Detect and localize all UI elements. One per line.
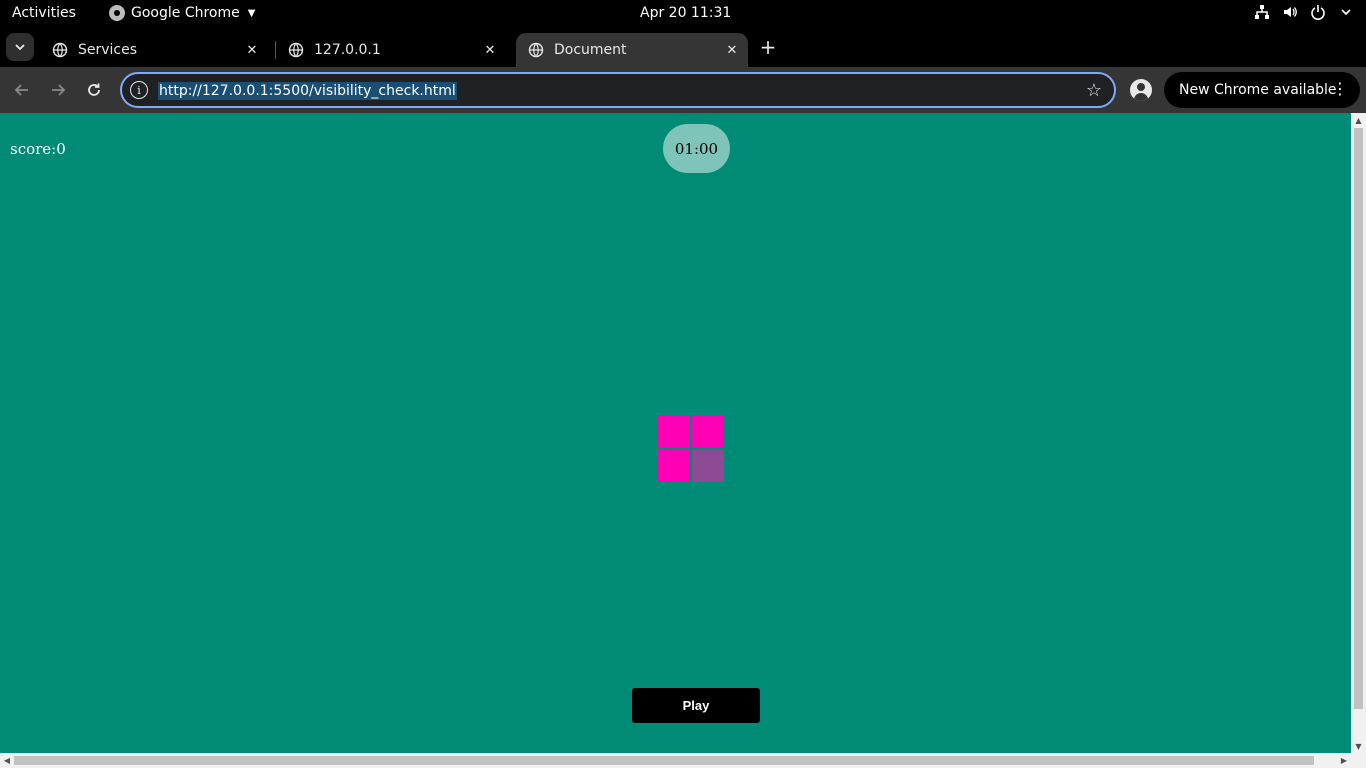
system-tray[interactable] [1254,4,1354,20]
globe-icon [528,42,544,58]
score-display: score:0 [10,140,66,158]
scroll-right-icon[interactable]: ▶ [1337,753,1351,768]
clock[interactable]: Apr 20 11:31 [640,5,731,21]
page-viewport: score:0 01:00 Play [0,113,1351,753]
tab-title: 127.0.0.1 [314,42,381,58]
reload-button[interactable] [82,78,106,102]
volume-icon [1282,4,1298,20]
scroll-down-icon[interactable]: ▼ [1351,739,1366,753]
close-tab-icon[interactable]: ✕ [480,40,500,60]
chrome-icon [109,5,125,21]
address-bar[interactable]: i http://127.0.0.1:5500/visibility_check… [120,72,1116,108]
close-tab-icon[interactable]: ✕ [722,40,742,60]
bookmark-star-icon[interactable]: ☆ [1086,80,1102,101]
horizontal-scrollbar[interactable]: ◀ ▶ [0,753,1366,768]
vertical-scrollbar[interactable]: ▲ ▼ [1351,113,1366,753]
reload-icon [88,83,100,96]
vertical-scroll-thumb[interactable] [1354,128,1363,709]
arrow-right-icon [52,84,66,96]
more-menu-icon[interactable]: ⋮ [1332,80,1348,98]
globe-icon [52,42,68,58]
grid-tile[interactable] [658,450,690,482]
tab-title: Document [554,42,627,58]
site-info-icon[interactable]: i [130,81,148,99]
system-top-bar: Activities Google Chrome ▼ Apr 20 11:31 [0,0,1366,27]
power-icon [1310,4,1326,20]
caret-down-icon: ▼ [247,7,256,19]
tab-strip: Services ✕ 127.0.0.1 ✕ Document ✕ + [0,27,1366,67]
play-button[interactable]: Play [632,688,760,723]
tab-localhost[interactable]: 127.0.0.1 ✕ [276,33,506,67]
app-menu[interactable]: Google Chrome ▼ [109,5,255,21]
network-icon [1254,4,1270,20]
scroll-up-icon[interactable]: ▲ [1351,113,1366,127]
close-tab-icon[interactable]: ✕ [242,40,262,60]
new-chrome-available-button[interactable]: New Chrome available ⋮ [1164,72,1360,108]
grid-tile[interactable] [692,450,724,482]
tab-title: Services [78,42,138,58]
tab-services[interactable]: Services ✕ [40,33,268,67]
activities-button[interactable]: Activities [12,5,76,21]
timer-display: 01:00 [663,124,730,173]
horizontal-scroll-thumb[interactable] [14,756,1314,765]
globe-icon [288,42,304,58]
url-text[interactable]: http://127.0.0.1:5500/visibility_check.h… [158,82,457,100]
browser-toolbar: i http://127.0.0.1:5500/visibility_check… [0,67,1366,113]
tile-grid [658,416,724,482]
tab-document[interactable]: Document ✕ [516,33,748,67]
chevron-down-icon [15,44,25,51]
profile-avatar-icon[interactable] [1130,79,1152,101]
app-name: Google Chrome [131,5,240,21]
grid-tile[interactable] [692,416,724,448]
back-button[interactable] [10,78,34,102]
update-label: New Chrome available [1179,82,1337,98]
scroll-left-icon[interactable]: ◀ [0,753,14,768]
tab-search-button[interactable] [6,33,34,61]
arrow-left-icon [14,84,28,96]
forward-button[interactable] [46,78,70,102]
new-tab-button[interactable]: + [757,35,779,59]
chevron-down-icon [1338,4,1354,20]
grid-tile[interactable] [658,416,690,448]
